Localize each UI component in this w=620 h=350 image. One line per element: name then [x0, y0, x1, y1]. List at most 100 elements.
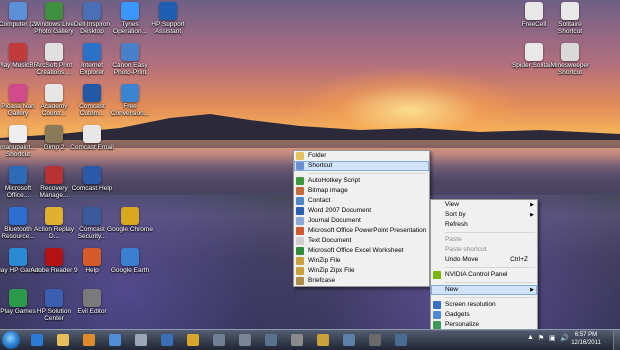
new-menu-item-journal-document[interactable]: Journal Document [294, 216, 429, 226]
action-replay-d-icon [45, 207, 63, 225]
canon-easy-photo-print-icon [121, 43, 139, 61]
taskbar-button-13[interactable] [338, 331, 360, 349]
new-menu-item-label: Bitmap image [308, 187, 348, 194]
context-menu-item-label: Paste shortcut [445, 246, 487, 253]
free-conversion-icon [121, 84, 139, 102]
taskbar-button-10[interactable] [260, 331, 282, 349]
menu-separator [308, 173, 427, 174]
context-menu-item-screen-resolution[interactable]: Screen resolution [431, 300, 537, 310]
taskbar-button-5[interactable] [130, 331, 152, 349]
start-button[interactable] [2, 331, 20, 349]
taskbar-button-6[interactable] [156, 331, 178, 349]
chevron-right-icon: ▶ [530, 202, 534, 208]
context-menu-item-label: View [445, 201, 459, 208]
windows-live-photo-gallery-icon [45, 2, 63, 20]
new-menu-item-briefcase[interactable]: Briefcase [294, 276, 429, 286]
show-desktop-button[interactable] [613, 330, 620, 350]
network-icon[interactable]: ▣ [549, 334, 556, 342]
pen-tool-icon [135, 334, 147, 346]
new-menu-item-word-2007-document[interactable]: Word 2007 Document [294, 206, 429, 216]
taskbar-button-15[interactable] [390, 331, 412, 349]
manupaint-shortcut-icon [9, 125, 27, 143]
computer-2-icon [9, 2, 27, 20]
new-menu-item-label: Folder [308, 152, 327, 159]
taskbar-button-12[interactable] [312, 331, 334, 349]
app-icon-8 [213, 334, 225, 346]
taskbar-button-1[interactable] [26, 331, 48, 349]
desktop-icon-solitaire-shortcut[interactable]: Solitaire Shortcut [546, 2, 594, 35]
dell-inspiron-desktop-icon [83, 2, 101, 20]
taskbar-button-4[interactable] [104, 331, 126, 349]
taskbar-button-14[interactable] [364, 331, 386, 349]
desktop-icon-label: Comcast Email [70, 144, 114, 151]
desktop-icon-google-earth[interactable]: Google Earth [106, 248, 154, 274]
show-hidden-icons-icon[interactable]: ▲ [527, 334, 534, 341]
app-icon-12 [317, 334, 329, 346]
microsoft-office-icon [9, 166, 27, 184]
desktop-icon-label: Comcast Help [71, 185, 113, 192]
taskbar-button-9[interactable] [234, 331, 256, 349]
comcast-cutom-icon [83, 84, 101, 102]
clock-date: 12/16/2011 [571, 340, 601, 346]
taskbar-clock[interactable]: 6:57 PM 12/16/2011 [562, 331, 610, 347]
context-menu-item-gadgets[interactable]: Gadgets [431, 310, 537, 320]
document-icon [161, 334, 173, 346]
taskbar-button-2[interactable] [52, 331, 74, 349]
new-menu-item-label: WinZip Zipx File [308, 267, 355, 274]
taskbar-button-8[interactable] [208, 331, 230, 349]
context-menu-item-undo-move[interactable]: Undo Move Ctrl+Z [431, 255, 537, 265]
arcsoft-print-creations-icon [45, 43, 63, 61]
taskbar-button-11[interactable] [286, 331, 308, 349]
taskbar: ▲ ⚑ ▣ 🔊 6:57 PM 12/16/2011 [0, 329, 620, 350]
comcast-help-icon [83, 166, 101, 184]
chevron-right-icon: ▶ [530, 287, 534, 293]
new-menu-item-label: Contact [308, 197, 331, 204]
new-menu-item-shortcut[interactable]: Shortcut [294, 161, 429, 171]
chrome-icon [187, 334, 199, 346]
checkmark-app-icon [109, 334, 121, 346]
desktop-icon-free-conversion[interactable]: Free Conversion... [106, 84, 154, 117]
new-menu-item-label: Journal Document [308, 217, 361, 224]
taskbar-button-3[interactable] [78, 331, 100, 349]
play-hp-games-icon [9, 248, 27, 266]
new-menu-item-folder[interactable]: Folder [294, 151, 429, 161]
desktop-icon-label: Minesweeper Shortcut [550, 62, 590, 76]
context-menu-item-new[interactable]: New ▶ [431, 285, 537, 295]
desktop-icon-canon-easy-photo-print[interactable]: Canon Easy Photo-Print [106, 43, 154, 76]
desktop-icon-label: Solitaire Shortcut [557, 21, 583, 35]
play-musicbr-icon [9, 43, 27, 61]
bluetooth-resource-icon [9, 207, 27, 225]
context-menu-item-refresh[interactable]: Refresh [431, 220, 537, 230]
app-icon-13 [343, 334, 355, 346]
desktop-icon-comcast-help[interactable]: Comcast Help [68, 166, 116, 192]
picasa-ivan-gallery-icon [9, 84, 27, 102]
context-menu-item-label: Paste [445, 236, 462, 243]
new-menu-item-microsoft-office-excel-worksheet[interactable]: Microsoft Office Excel Worksheet [294, 246, 429, 256]
context-menu-item-view[interactable]: View ▶ [431, 200, 537, 210]
evil-editor-icon [83, 289, 101, 307]
new-menu-item-label: Word 2007 Document [308, 207, 372, 214]
context-menu-item-paste-shortcut: Paste shortcut [431, 245, 537, 255]
new-menu-item-winzip-zipx-file[interactable]: WinZip Zipx File [294, 266, 429, 276]
desktop-icon-comcast-email[interactable]: Comcast Email [68, 125, 116, 151]
new-menu-item-text-document[interactable]: Text Document [294, 236, 429, 246]
new-menu-item-autohotkey-script[interactable]: AutoHotkey Script [294, 176, 429, 186]
context-menu-item-sort-by[interactable]: Sort by ▶ [431, 210, 537, 220]
bitmap-icon [296, 187, 304, 195]
desktop-icon-minesweeper-shortcut[interactable]: Minesweeper Shortcut [546, 43, 594, 76]
academy-countr-icon [45, 84, 63, 102]
desktop-icon-hp-support-assistant[interactable]: HP Support Assistant [144, 2, 192, 35]
new-menu-item-winzip-file[interactable]: WinZip File [294, 256, 429, 266]
context-menu-item-nvidia-control-panel[interactable]: NVIDIA Control Panel [431, 270, 537, 280]
hp-support-assistant-icon [159, 2, 177, 20]
journal-icon [296, 217, 304, 225]
context-menu-item-label: Undo Move [445, 256, 479, 263]
media-player-icon [83, 334, 95, 346]
new-menu-item-bitmap-image[interactable]: Bitmap image [294, 186, 429, 196]
new-menu-item-contact[interactable]: Contact [294, 196, 429, 206]
action-center-icon[interactable]: ⚑ [538, 334, 544, 342]
new-menu-item-microsoft-office-powerpoint-presentation[interactable]: Microsoft Office PowerPoint Presentation [294, 226, 429, 236]
desktop-icon-evil-editor[interactable]: Evil Editor [68, 289, 116, 315]
desktop-icon-google-chrome[interactable]: Google Chrome [106, 207, 154, 233]
taskbar-button-7[interactable] [182, 331, 204, 349]
